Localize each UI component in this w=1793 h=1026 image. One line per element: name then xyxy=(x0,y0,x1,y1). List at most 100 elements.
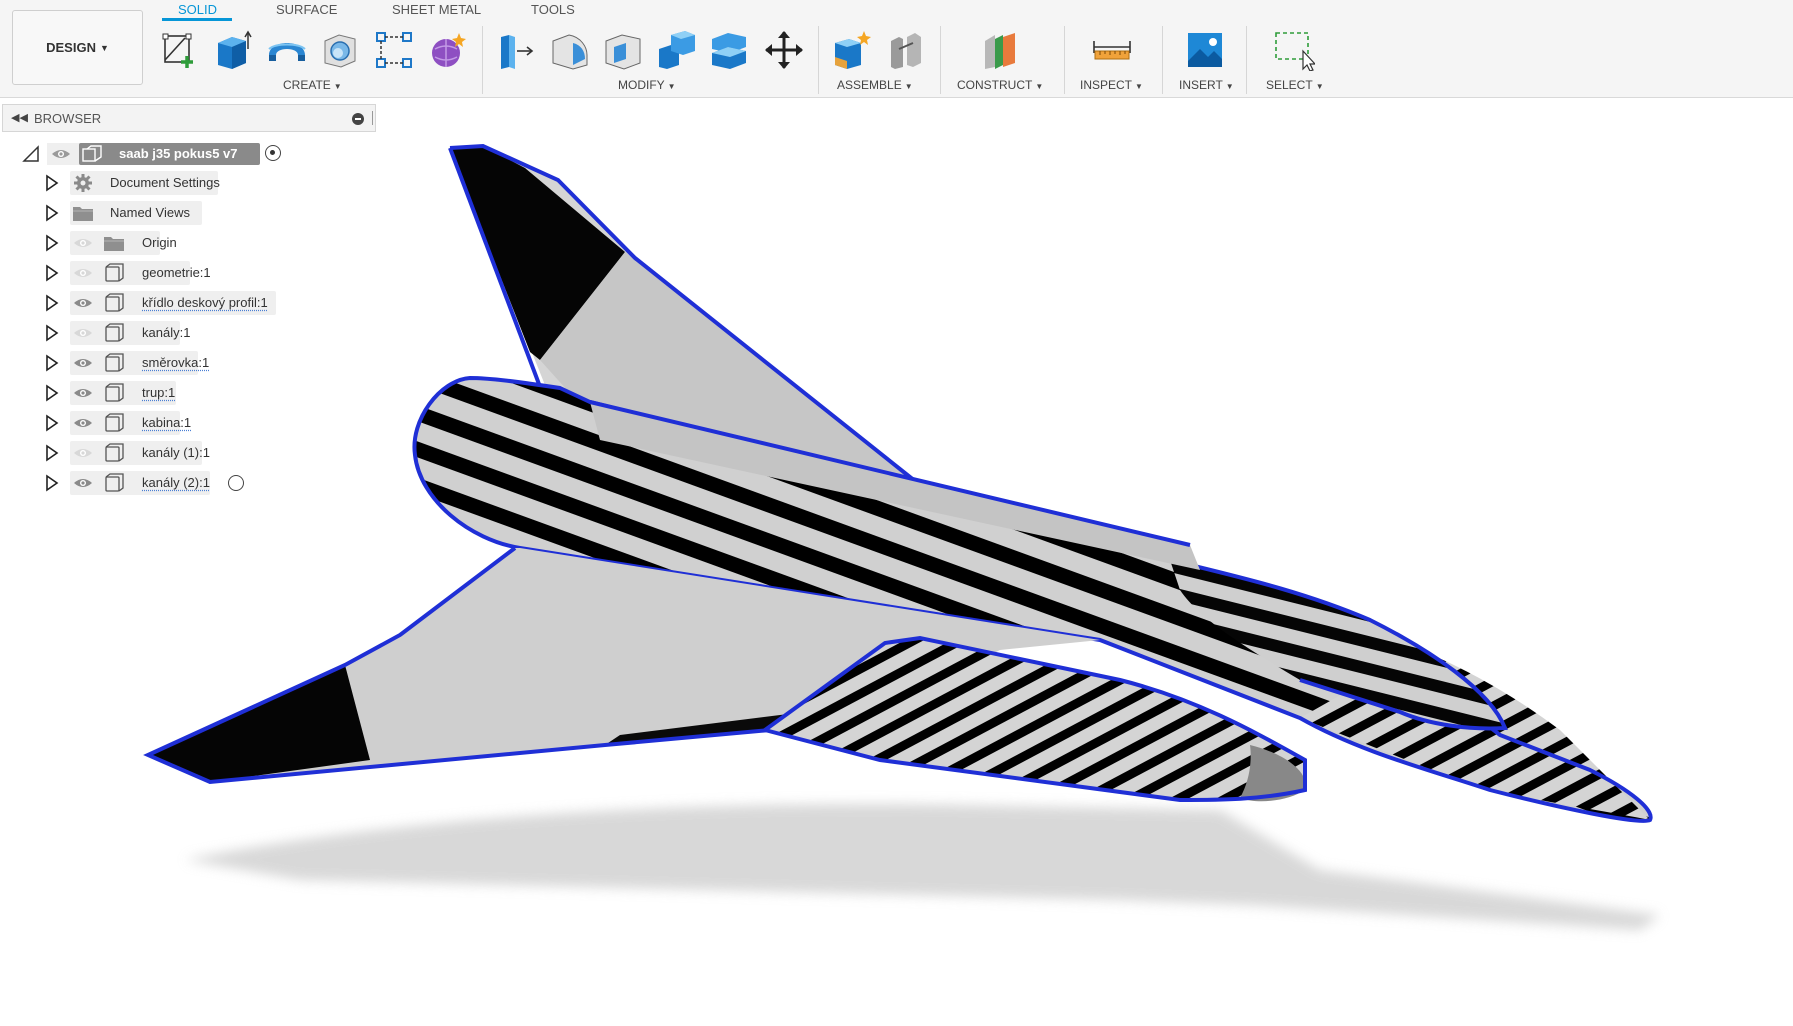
toolbar-divider xyxy=(1064,26,1065,94)
expand-triangle-icon[interactable] xyxy=(45,204,59,222)
construct-menu[interactable]: CONSTRUCT ▼ xyxy=(957,78,1043,92)
expand-triangle-icon[interactable] xyxy=(45,474,59,492)
minimize-panel-icon[interactable] xyxy=(352,113,364,125)
shell-icon xyxy=(605,34,641,70)
offset-plane-icon xyxy=(985,33,1015,69)
insert-menu-label: INSERT xyxy=(1179,78,1223,92)
expand-triangle-icon[interactable] xyxy=(45,174,59,192)
assemble-menu[interactable]: ASSEMBLE ▼ xyxy=(837,78,913,92)
component-icon xyxy=(105,263,124,282)
caret-down-icon: ▼ xyxy=(904,82,913,91)
expand-triangle-icon[interactable] xyxy=(45,384,59,402)
extrude-icon xyxy=(218,30,252,69)
browser-title: BROWSER xyxy=(34,111,102,126)
component-icon xyxy=(105,473,124,492)
activate-radio-icon[interactable] xyxy=(228,475,244,491)
window-select-icon xyxy=(1275,32,1315,71)
modify-menu[interactable]: MODIFY ▼ xyxy=(618,78,676,92)
toolbar-divider xyxy=(482,26,483,94)
toolbar: DESIGN▼ SOLID SURFACE SHEET METAL TOOLS xyxy=(0,0,1793,98)
expand-triangle-icon[interactable] xyxy=(45,444,59,462)
toolbar-divider xyxy=(940,26,941,94)
insert-menu[interactable]: INSERT ▼ xyxy=(1179,78,1234,92)
tab-tools[interactable]: TOOLS xyxy=(531,2,575,17)
move-button[interactable] xyxy=(762,28,806,72)
split-body-button[interactable] xyxy=(707,28,751,72)
component-icon xyxy=(105,323,124,342)
create-menu-label: CREATE xyxy=(283,78,331,92)
inspect-menu-label: INSPECT xyxy=(1080,78,1133,92)
expand-triangle-icon[interactable] xyxy=(45,234,59,252)
press-pull-icon xyxy=(501,35,534,69)
workspace-switcher-button[interactable]: DESIGN ▼ xyxy=(12,10,143,85)
inspect-menu[interactable]: INSPECT ▼ xyxy=(1080,78,1143,92)
form-icon xyxy=(432,33,466,67)
fillet-button[interactable] xyxy=(548,28,592,72)
eye-icon[interactable] xyxy=(73,357,93,369)
select-menu[interactable]: SELECT ▼ xyxy=(1266,78,1324,92)
tree-item-label: Named Views xyxy=(110,205,190,220)
tree-item-label: křídlo deskový profil:1 xyxy=(142,295,268,310)
move-icon xyxy=(765,31,803,69)
tree-item-label: Document Settings xyxy=(110,175,220,190)
joint-button[interactable] xyxy=(884,28,928,72)
expand-triangle-icon[interactable] xyxy=(45,264,59,282)
eye-icon[interactable] xyxy=(73,417,93,429)
tree-item-label: kabina:1 xyxy=(142,415,192,430)
create-sketch-button[interactable] xyxy=(157,28,201,72)
split-body-icon xyxy=(712,33,746,69)
joint-icon xyxy=(891,33,921,69)
eye-icon[interactable] xyxy=(73,297,93,309)
caret-down-icon: ▼ xyxy=(1225,82,1234,91)
insert-image-button[interactable] xyxy=(1183,28,1227,72)
workspace-label: DESIGN xyxy=(46,40,96,55)
root-label: saab j35 pokus5 v7 xyxy=(119,146,238,161)
folder-icon xyxy=(73,207,93,221)
eye-hidden-icon[interactable] xyxy=(73,447,93,459)
offset-plane-button[interactable] xyxy=(978,28,1022,72)
shell-button[interactable] xyxy=(601,28,645,72)
construct-menu-label: CONSTRUCT xyxy=(957,78,1033,92)
eye-hidden-icon[interactable] xyxy=(73,237,93,249)
expand-triangle-icon[interactable] xyxy=(45,354,59,372)
press-pull-button[interactable] xyxy=(494,28,538,72)
expand-triangle-icon[interactable] xyxy=(45,294,59,312)
folder-icon xyxy=(104,237,124,251)
new-component-button[interactable] xyxy=(830,28,874,72)
measure-button[interactable] xyxy=(1090,28,1134,72)
component-icon xyxy=(105,293,124,312)
activate-radio-icon[interactable] xyxy=(265,145,281,161)
eye-icon[interactable] xyxy=(73,387,93,399)
expand-triangle-icon[interactable] xyxy=(45,324,59,342)
hole-button[interactable] xyxy=(318,28,362,72)
expanded-triangle-icon[interactable] xyxy=(22,145,40,163)
collapse-panel-icon[interactable]: ◀◀ xyxy=(11,111,28,124)
tree-item-label: kanály (2):1 xyxy=(142,475,210,490)
eye-hidden-icon[interactable] xyxy=(73,267,93,279)
eye-icon[interactable] xyxy=(51,148,71,160)
tab-surface[interactable]: SURFACE xyxy=(276,2,337,17)
document-component-icon xyxy=(82,145,102,162)
pattern-button[interactable] xyxy=(372,28,416,72)
combine-button[interactable] xyxy=(654,28,698,72)
tree-item-label: směrovka:1 xyxy=(142,355,210,370)
create-sketch-icon xyxy=(162,33,193,68)
create-menu[interactable]: CREATE ▼ xyxy=(283,78,342,92)
tree-item-label: Origin xyxy=(142,235,177,250)
form-button[interactable] xyxy=(426,28,470,72)
toolbar-divider xyxy=(1246,26,1247,94)
expand-triangle-icon[interactable] xyxy=(45,414,59,432)
revolve-button[interactable] xyxy=(265,28,309,72)
assemble-menu-label: ASSEMBLE xyxy=(837,78,902,92)
extrude-button[interactable] xyxy=(211,28,255,72)
caret-down-icon: ▼ xyxy=(667,82,676,91)
window-select-button[interactable] xyxy=(1272,28,1316,72)
insert-image-icon xyxy=(1188,33,1222,67)
panel-grip-icon[interactable] xyxy=(372,111,374,125)
eye-icon[interactable] xyxy=(73,477,93,489)
tab-sheet-metal[interactable]: SHEET METAL xyxy=(392,2,481,17)
tab-solid[interactable]: SOLID xyxy=(178,2,217,17)
toolbar-divider xyxy=(1162,26,1163,94)
combine-icon xyxy=(659,31,695,69)
eye-hidden-icon[interactable] xyxy=(73,327,93,339)
